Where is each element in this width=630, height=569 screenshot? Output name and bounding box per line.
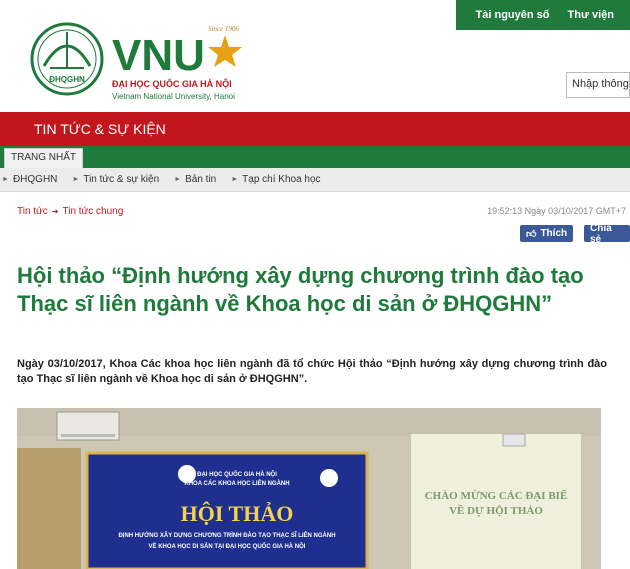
facebook-share-button[interactable]: Chia sẻ: [584, 222, 630, 245]
article-title: Hội thảo “Định hướng xây dựng chương trì…: [17, 263, 584, 316]
top-utility-bar: Tài nguyên số Thư viện: [456, 0, 630, 30]
banner-title: HỘI THẢO: [181, 501, 294, 526]
breadcrumb: Tin tức ➜ Tin tức chung: [17, 206, 123, 217]
university-name-vi: ĐẠI HỌC QUỐC GIA HÀ NỘI: [112, 78, 232, 89]
library-link[interactable]: Thư viện: [568, 9, 614, 21]
digital-resources-link[interactable]: Tài nguyên số: [476, 9, 550, 21]
article-lead: Ngày 03/10/2017, Khoa Các khoa học liên …: [17, 358, 607, 385]
since-text: Since 1906: [208, 25, 239, 33]
subnav-item-vnu[interactable]: ► ĐHQGHN: [2, 174, 57, 185]
chevron-right-icon: ►: [231, 176, 239, 183]
section-title: TIN TỨC & SỰ KIỆN: [34, 121, 166, 137]
facebook-like-button[interactable]: 👍︎ Thích: [520, 225, 574, 242]
subnav-label: ĐHQGHN: [12, 174, 58, 185]
subnav-label: Tin tức & sự kiện: [83, 174, 160, 185]
vnu-wordmark: VNU: [112, 31, 205, 80]
subnav-label: Bản tin: [185, 174, 217, 185]
banner-text: ĐẠI HỌC QUỐC GIA HÀ NỘI: [197, 470, 277, 478]
subnav-label: Tạp chí Khoa học: [242, 174, 321, 185]
breadcrumb-news[interactable]: Tin tức: [17, 206, 48, 217]
arrow-right-icon: ➜: [51, 207, 59, 216]
subnav-item-news-events[interactable]: ► Tin tức & sự kiện: [72, 174, 159, 185]
publish-timestamp: 19:52:13 Ngày 03/10/2017 GMT+7: [487, 206, 626, 216]
subnav-item-science-journal[interactable]: ► Tạp chí Khoa học: [231, 174, 320, 185]
sub-navigation: ► ĐHQGHN ► Tin tức & sự kiện ► Bản tin ► Tạp…: [0, 168, 630, 192]
chevron-right-icon: ►: [72, 176, 80, 183]
like-label: Thích: [540, 228, 568, 239]
breadcrumb-general-news[interactable]: Tin tức chung: [62, 206, 123, 217]
banner-text: VỀ KHOA HỌC DI SẢN TẠI ĐẠI HỌC QUỐC GIA …: [149, 542, 306, 550]
chevron-right-icon: ►: [174, 176, 182, 183]
share-label: Chia sẻ: [590, 222, 612, 245]
star-icon: [208, 35, 242, 67]
search-input[interactable]: Nhập thông: [566, 72, 630, 98]
article-photo: CHÀO MỪNG CÁC ĐẠI BIỂ VỀ DỰ HỘI THẢO ĐẠI…: [17, 408, 601, 569]
projector: [502, 433, 526, 447]
banner-text: ĐỊNH HƯỚNG XÂY DỰNG CHƯƠNG TRÌNH ĐÀO TẠO…: [118, 531, 335, 539]
vnu-logo[interactable]: ĐHQGHN VNU Since 1906 ĐẠI HỌC QUỐC GIA H…: [30, 22, 330, 112]
tab-home[interactable]: TRANG NHẤT: [4, 148, 83, 168]
screen-text: VỀ DỰ HỘI THẢO: [449, 504, 543, 517]
thumbs-up-icon: 👍︎: [526, 228, 537, 240]
university-name-en: Vietnam National University, Hanoi: [112, 92, 235, 101]
screen-text: CHÀO MỪNG CÁC ĐẠI BIỂ: [425, 489, 568, 502]
section-header-bar: TIN TỨC & SỰ KIỆN: [0, 112, 630, 146]
vnu-emblem: ĐHQGHN VNU Since 1906 ĐẠI HỌC QUỐC GIA H…: [30, 22, 242, 101]
banner-text: KHOA CÁC KHOA HỌC LIÊN NGÀNH: [184, 479, 289, 487]
subnav-item-bulletin[interactable]: ► Bản tin: [174, 174, 216, 185]
conference-photo-illustration: CHÀO MỪNG CÁC ĐẠI BIỂ VỀ DỰ HỘI THẢO ĐẠI…: [17, 408, 601, 569]
main-nav-bar: [0, 146, 630, 168]
seal-text: ĐHQGHN: [49, 75, 85, 84]
chevron-right-icon: ►: [2, 176, 9, 183]
